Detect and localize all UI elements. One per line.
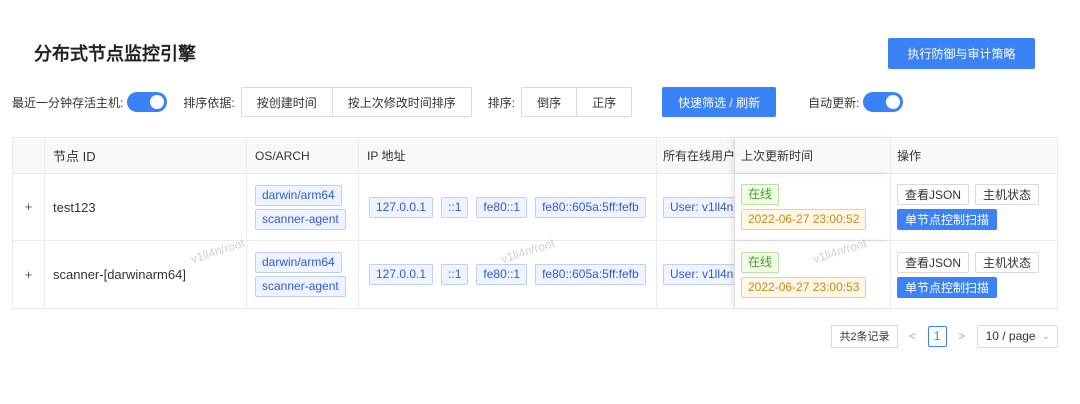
timestamp-tag: 2022-06-27 23:00:53: [741, 276, 867, 298]
actions-line: 查看JSON 主机状态: [897, 251, 1040, 273]
host-status-button[interactable]: 主机状态: [975, 251, 1040, 273]
header-last-updated: 上次更新时间: [735, 138, 891, 173]
expand-cell: +: [13, 241, 45, 308]
page-title: 分布式节点监控引擎: [34, 44, 196, 64]
alive-hosts-switch[interactable]: [127, 92, 168, 112]
view-json-button[interactable]: 查看JSON: [897, 184, 970, 205]
nodes-table: 节点 ID OS/ARCH IP 地址 所有在线用户 上次更新时间 操作 + t…: [12, 137, 1058, 309]
sort-by-create-time-button[interactable]: 按创建时间: [240, 87, 333, 117]
node-id-cell: test123: [45, 174, 247, 240]
header-actions: 操作: [897, 149, 922, 163]
sort-by-group: 按创建时间 按上次修改时间排序: [240, 87, 472, 117]
table-header: 节点 ID OS/ARCH IP 地址 所有在线用户 上次更新时间 操作: [13, 138, 1057, 174]
node-scan-button[interactable]: 单节点控制扫描: [897, 209, 998, 230]
header-node-id: 节点 ID: [45, 138, 247, 173]
plus-icon[interactable]: +: [23, 268, 35, 281]
os-arch-cell: darwin/arm64 scanner-agent: [247, 174, 359, 240]
ip-tag: 127.0.0.1: [369, 196, 434, 218]
order-asc-button[interactable]: 正序: [576, 87, 633, 117]
ip-tag: fe80::1: [476, 264, 528, 285]
alive-hosts-label: 最近一分钟存活主机:: [12, 95, 124, 110]
auto-update-label: 自动更新:: [808, 95, 860, 110]
order-desc-button[interactable]: 倒序: [521, 87, 578, 117]
online-users-cell: User: v1ll4n: [657, 174, 735, 240]
header-expand: [13, 138, 45, 173]
last-updated-cell: 在线 2022-06-27 23:00:52: [735, 174, 891, 240]
plus-icon[interactable]: +: [23, 200, 35, 213]
header-os-arch: OS/ARCH: [247, 138, 359, 173]
online-users-cell: User: v1ll4n: [657, 241, 735, 308]
agent-tag: scanner-agent: [255, 276, 346, 297]
sort-by-modify-time-button[interactable]: 按上次修改时间排序: [331, 87, 472, 117]
auto-update-switch[interactable]: [863, 92, 904, 112]
os-arch-cell: darwin/arm64 scanner-agent: [247, 241, 359, 308]
chevron-down-icon: ⌄: [1041, 330, 1050, 342]
header-ip: IP 地址: [359, 138, 657, 173]
audit-policy-button[interactable]: 执行防御与审计策略: [888, 38, 1035, 69]
node-scan-button[interactable]: 单节点控制扫描: [897, 276, 998, 298]
ip-tag: 127.0.0.1: [369, 264, 434, 285]
total-records: 共2条记录: [831, 324, 898, 348]
order-label: 排序:: [487, 95, 516, 110]
view-json-button[interactable]: 查看JSON: [897, 251, 970, 273]
pagination: 共2条记录 < 1 > 10 / page ⌄: [831, 324, 1058, 348]
host-status-button[interactable]: 主机状态: [975, 184, 1040, 205]
ip-tag: fe80::605a:5ff:fefb: [535, 264, 646, 285]
user-tag: User: v1ll4n: [663, 196, 734, 218]
agent-tag: scanner-agent: [255, 208, 346, 230]
status-badge: 在线: [741, 184, 780, 205]
ip-cell: 127.0.0.1 ::1 fe80::1 fe80::605a:5ff:fef…: [359, 174, 657, 240]
ip-cell: 127.0.0.1 ::1 fe80::1 fe80::605a:5ff:fef…: [359, 241, 657, 308]
sort-by-label: 排序依据:: [183, 95, 235, 110]
chevron-right-icon[interactable]: >: [955, 329, 969, 343]
page-number-current[interactable]: 1: [927, 325, 947, 347]
actions-cell: 查看JSON 主机状态 单节点控制扫描: [891, 241, 1057, 308]
user-tag: User: v1ll4n: [663, 264, 734, 285]
ip-tag: ::1: [441, 264, 469, 285]
ip-tag: ::1: [441, 196, 469, 218]
node-id-cell: scanner-[darwinarm64]: [45, 241, 247, 308]
table-row: + scanner-[darwinarm64] darwin/arm64 sca…: [13, 241, 1057, 308]
switch-knob: [886, 95, 901, 109]
os-tag: darwin/arm64: [255, 184, 342, 206]
page-size-value: 10 / page: [985, 329, 1036, 343]
status-badge: 在线: [741, 251, 780, 273]
os-tag: darwin/arm64: [255, 252, 342, 273]
quick-filter-refresh-button[interactable]: 快速筛选 / 刷新: [662, 87, 777, 117]
ip-tag: fe80::1: [476, 196, 528, 218]
toolbar: 最近一分钟存活主机: 排序依据: 按创建时间 按上次修改时间排序 排序: 倒序 …: [12, 87, 904, 117]
order-group: 倒序 正序: [521, 87, 633, 117]
actions-line: 查看JSON 主机状态: [897, 184, 1040, 205]
switch-knob: [150, 95, 165, 109]
table-row: + test123 darwin/arm64 scanner-agent 127…: [13, 174, 1057, 241]
page-size-select[interactable]: 10 / page ⌄: [976, 324, 1058, 348]
expand-cell: +: [13, 174, 45, 240]
header-online-users: 所有在线用户: [657, 138, 735, 173]
chevron-left-icon[interactable]: <: [906, 329, 920, 343]
ip-tag: fe80::605a:5ff:fefb: [535, 196, 646, 218]
last-updated-cell: 在线 2022-06-27 23:00:53: [735, 241, 891, 308]
timestamp-tag: 2022-06-27 23:00:52: [741, 209, 867, 230]
actions-cell: 查看JSON 主机状态 单节点控制扫描: [891, 174, 1057, 240]
